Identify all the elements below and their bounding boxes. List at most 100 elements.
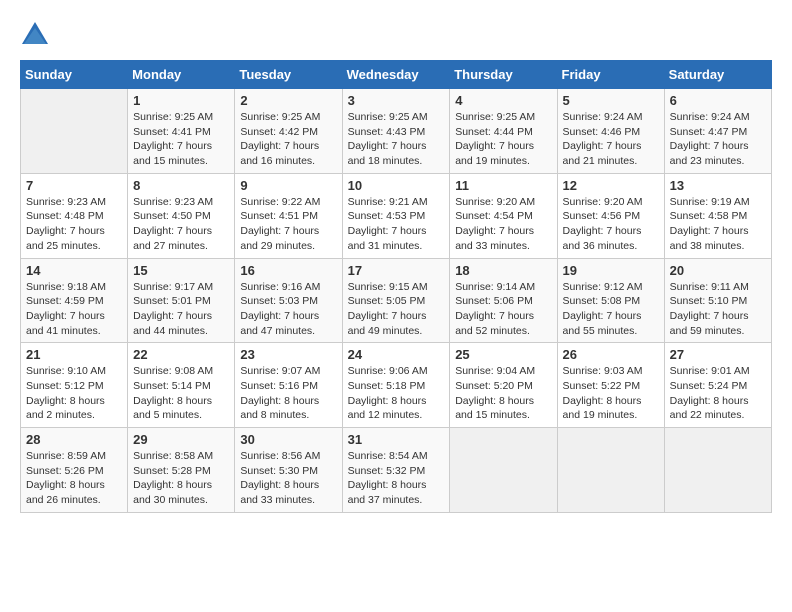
calendar-day-cell: 17 Sunrise: 9:15 AMSunset: 5:05 PMDayligh… bbox=[342, 258, 450, 343]
calendar-day-cell: 15 Sunrise: 9:17 AMSunset: 5:01 PMDayligh… bbox=[128, 258, 235, 343]
calendar-week-row: 7 Sunrise: 9:23 AMSunset: 4:48 PMDaylight… bbox=[21, 173, 772, 258]
day-info: Sunrise: 9:15 AMSunset: 5:05 PMDaylight:… bbox=[348, 280, 445, 339]
day-info: Sunrise: 9:22 AMSunset: 4:51 PMDaylight:… bbox=[240, 195, 336, 254]
calendar-day-cell: 14 Sunrise: 9:18 AMSunset: 4:59 PMDayligh… bbox=[21, 258, 128, 343]
day-info: Sunrise: 8:56 AMSunset: 5:30 PMDaylight:… bbox=[240, 449, 336, 508]
calendar-day-cell bbox=[450, 428, 557, 513]
logo bbox=[20, 20, 54, 50]
day-number: 16 bbox=[240, 263, 336, 278]
day-number: 27 bbox=[670, 347, 766, 362]
day-info: Sunrise: 9:25 AMSunset: 4:43 PMDaylight:… bbox=[348, 110, 445, 169]
calendar-day-cell: 20 Sunrise: 9:11 AMSunset: 5:10 PMDayligh… bbox=[664, 258, 771, 343]
day-info: Sunrise: 9:10 AMSunset: 5:12 PMDaylight:… bbox=[26, 364, 122, 423]
day-number: 21 bbox=[26, 347, 122, 362]
calendar-day-cell: 21 Sunrise: 9:10 AMSunset: 5:12 PMDayligh… bbox=[21, 343, 128, 428]
day-number: 4 bbox=[455, 93, 551, 108]
calendar-day-cell: 8 Sunrise: 9:23 AMSunset: 4:50 PMDaylight… bbox=[128, 173, 235, 258]
calendar-day-cell: 23 Sunrise: 9:07 AMSunset: 5:16 PMDayligh… bbox=[235, 343, 342, 428]
calendar-day-cell: 28 Sunrise: 8:59 AMSunset: 5:26 PMDayligh… bbox=[21, 428, 128, 513]
day-info: Sunrise: 9:16 AMSunset: 5:03 PMDaylight:… bbox=[240, 280, 336, 339]
day-info: Sunrise: 9:25 AMSunset: 4:42 PMDaylight:… bbox=[240, 110, 336, 169]
day-number: 8 bbox=[133, 178, 229, 193]
day-info: Sunrise: 9:23 AMSunset: 4:50 PMDaylight:… bbox=[133, 195, 229, 254]
calendar-week-row: 28 Sunrise: 8:59 AMSunset: 5:26 PMDayligh… bbox=[21, 428, 772, 513]
day-number: 26 bbox=[563, 347, 659, 362]
day-number: 6 bbox=[670, 93, 766, 108]
calendar-table: SundayMondayTuesdayWednesdayThursdayFrid… bbox=[20, 60, 772, 513]
calendar-day-cell: 27 Sunrise: 9:01 AMSunset: 5:24 PMDayligh… bbox=[664, 343, 771, 428]
calendar-week-row: 1 Sunrise: 9:25 AMSunset: 4:41 PMDaylight… bbox=[21, 89, 772, 174]
weekday-header-row: SundayMondayTuesdayWednesdayThursdayFrid… bbox=[21, 61, 772, 89]
calendar-day-cell: 6 Sunrise: 9:24 AMSunset: 4:47 PMDaylight… bbox=[664, 89, 771, 174]
day-info: Sunrise: 9:24 AMSunset: 4:46 PMDaylight:… bbox=[563, 110, 659, 169]
day-info: Sunrise: 9:21 AMSunset: 4:53 PMDaylight:… bbox=[348, 195, 445, 254]
day-number: 31 bbox=[348, 432, 445, 447]
calendar-day-cell: 3 Sunrise: 9:25 AMSunset: 4:43 PMDaylight… bbox=[342, 89, 450, 174]
calendar-day-cell bbox=[557, 428, 664, 513]
calendar-day-cell: 16 Sunrise: 9:16 AMSunset: 5:03 PMDayligh… bbox=[235, 258, 342, 343]
weekday-header: Thursday bbox=[450, 61, 557, 89]
calendar-day-cell: 29Sunrise: 8:58 AMSunset: 5:28 PMDayligh… bbox=[128, 428, 235, 513]
calendar-day-cell: 19Sunrise: 9:12 AMSunset: 5:08 PMDayligh… bbox=[557, 258, 664, 343]
calendar-day-cell: 1 Sunrise: 9:25 AMSunset: 4:41 PMDaylight… bbox=[128, 89, 235, 174]
day-number: 15 bbox=[133, 263, 229, 278]
day-number: 20 bbox=[670, 263, 766, 278]
day-number: 30 bbox=[240, 432, 336, 447]
calendar-day-cell: 30 Sunrise: 8:56 AMSunset: 5:30 PMDayligh… bbox=[235, 428, 342, 513]
calendar-week-row: 14 Sunrise: 9:18 AMSunset: 4:59 PMDayligh… bbox=[21, 258, 772, 343]
calendar-day-cell: 7 Sunrise: 9:23 AMSunset: 4:48 PMDaylight… bbox=[21, 173, 128, 258]
day-number: 5 bbox=[563, 93, 659, 108]
calendar-day-cell: 4 Sunrise: 9:25 AMSunset: 4:44 PMDaylight… bbox=[450, 89, 557, 174]
weekday-header: Saturday bbox=[664, 61, 771, 89]
day-info: Sunrise: 9:24 AMSunset: 4:47 PMDaylight:… bbox=[670, 110, 766, 169]
day-number: 1 bbox=[133, 93, 229, 108]
day-number: 7 bbox=[26, 178, 122, 193]
day-number: 22 bbox=[133, 347, 229, 362]
day-info: Sunrise: 9:17 AMSunset: 5:01 PMDaylight:… bbox=[133, 280, 229, 339]
weekday-header: Wednesday bbox=[342, 61, 450, 89]
day-number: 23 bbox=[240, 347, 336, 362]
day-number: 12 bbox=[563, 178, 659, 193]
calendar-day-cell: 22 Sunrise: 9:08 AMSunset: 5:14 PMDayligh… bbox=[128, 343, 235, 428]
day-info: Sunrise: 8:59 AMSunset: 5:26 PMDaylight:… bbox=[26, 449, 122, 508]
day-info: Sunrise: 9:03 AMSunset: 5:22 PMDaylight:… bbox=[563, 364, 659, 423]
calendar-day-cell: 11Sunrise: 9:20 AMSunset: 4:54 PMDayligh… bbox=[450, 173, 557, 258]
day-number: 28 bbox=[26, 432, 122, 447]
day-info: Sunrise: 9:04 AMSunset: 5:20 PMDaylight:… bbox=[455, 364, 551, 423]
day-info: Sunrise: 9:06 AMSunset: 5:18 PMDaylight:… bbox=[348, 364, 445, 423]
day-number: 25 bbox=[455, 347, 551, 362]
calendar-day-cell: 18 Sunrise: 9:14 AMSunset: 5:06 PMDayligh… bbox=[450, 258, 557, 343]
calendar-day-cell: 5 Sunrise: 9:24 AMSunset: 4:46 PMDaylight… bbox=[557, 89, 664, 174]
day-info: Sunrise: 9:01 AMSunset: 5:24 PMDaylight:… bbox=[670, 364, 766, 423]
day-info: Sunrise: 9:11 AMSunset: 5:10 PMDaylight:… bbox=[670, 280, 766, 339]
day-number: 13 bbox=[670, 178, 766, 193]
day-number: 3 bbox=[348, 93, 445, 108]
weekday-header: Monday bbox=[128, 61, 235, 89]
day-info: Sunrise: 9:07 AMSunset: 5:16 PMDaylight:… bbox=[240, 364, 336, 423]
day-info: Sunrise: 9:14 AMSunset: 5:06 PMDaylight:… bbox=[455, 280, 551, 339]
calendar-day-cell: 13 Sunrise: 9:19 AMSunset: 4:58 PMDayligh… bbox=[664, 173, 771, 258]
day-info: Sunrise: 8:54 AMSunset: 5:32 PMDaylight:… bbox=[348, 449, 445, 508]
day-number: 18 bbox=[455, 263, 551, 278]
page-header bbox=[20, 20, 772, 50]
day-info: Sunrise: 9:08 AMSunset: 5:14 PMDaylight:… bbox=[133, 364, 229, 423]
calendar-day-cell: 26 Sunrise: 9:03 AMSunset: 5:22 PMDayligh… bbox=[557, 343, 664, 428]
day-number: 29 bbox=[133, 432, 229, 447]
day-info: Sunrise: 9:23 AMSunset: 4:48 PMDaylight:… bbox=[26, 195, 122, 254]
calendar-day-cell: 25 Sunrise: 9:04 AMSunset: 5:20 PMDayligh… bbox=[450, 343, 557, 428]
day-number: 10 bbox=[348, 178, 445, 193]
day-number: 2 bbox=[240, 93, 336, 108]
day-number: 11 bbox=[455, 178, 551, 193]
calendar-day-cell: 10 Sunrise: 9:21 AMSunset: 4:53 PMDayligh… bbox=[342, 173, 450, 258]
calendar-week-row: 21 Sunrise: 9:10 AMSunset: 5:12 PMDayligh… bbox=[21, 343, 772, 428]
calendar-day-cell: 31 Sunrise: 8:54 AMSunset: 5:32 PMDayligh… bbox=[342, 428, 450, 513]
day-number: 19 bbox=[563, 263, 659, 278]
day-info: Sunrise: 9:18 AMSunset: 4:59 PMDaylight:… bbox=[26, 280, 122, 339]
day-info: Sunrise: 9:25 AMSunset: 4:41 PMDaylight:… bbox=[133, 110, 229, 169]
day-number: 9 bbox=[240, 178, 336, 193]
day-number: 17 bbox=[348, 263, 445, 278]
day-info: Sunrise: 9:25 AMSunset: 4:44 PMDaylight:… bbox=[455, 110, 551, 169]
day-info: Sunrise: 9:19 AMSunset: 4:58 PMDaylight:… bbox=[670, 195, 766, 254]
day-number: 14 bbox=[26, 263, 122, 278]
calendar-day-cell: 12Sunrise: 9:20 AMSunset: 4:56 PMDayligh… bbox=[557, 173, 664, 258]
